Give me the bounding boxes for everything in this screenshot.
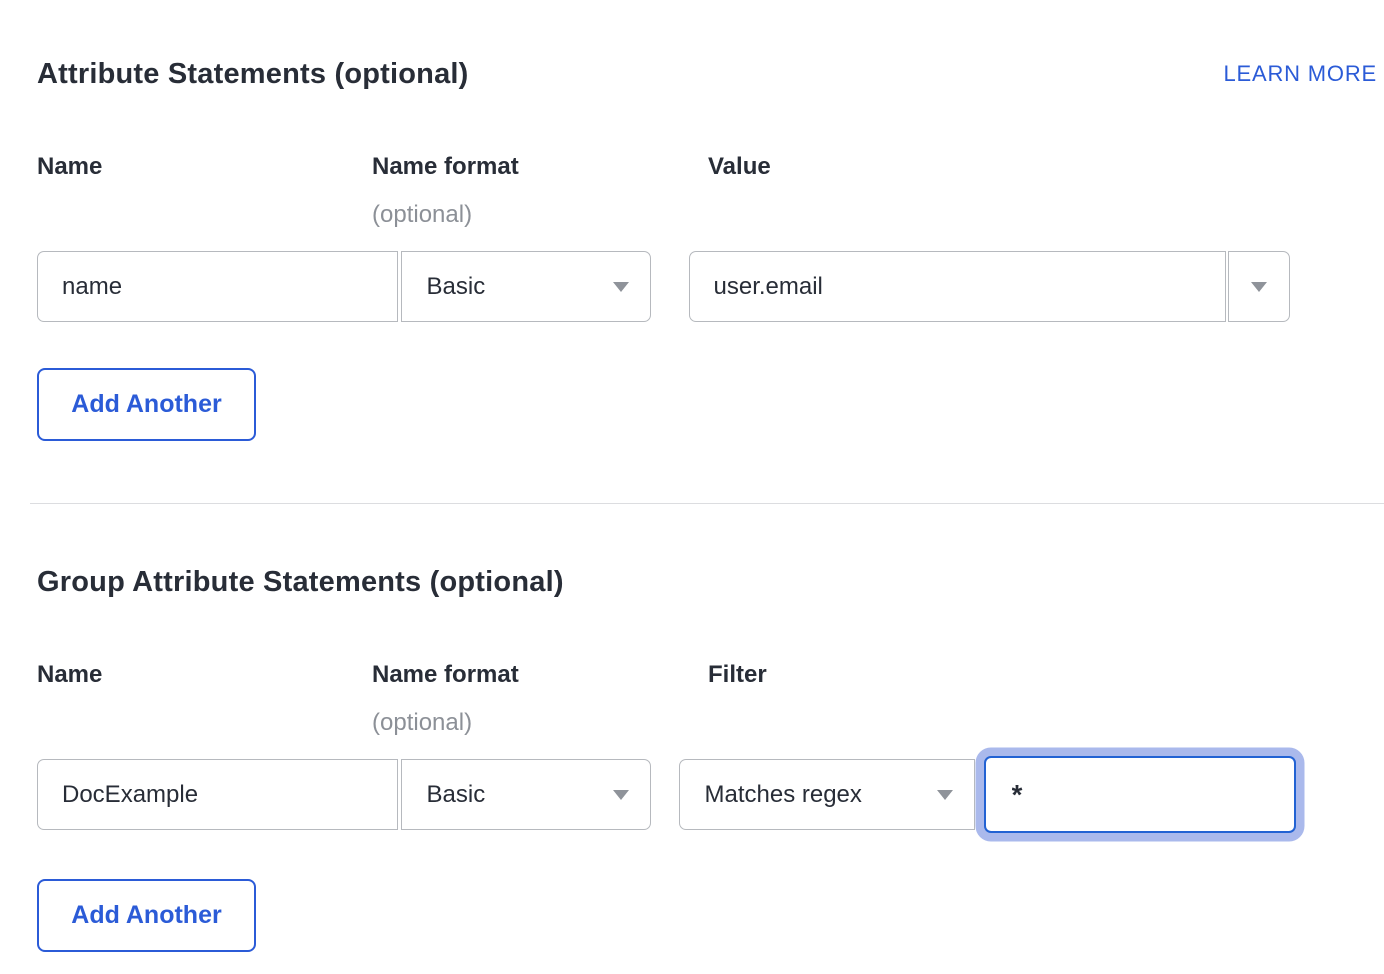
attr-value-dropdown-button[interactable]: [1228, 251, 1290, 322]
add-another-attribute-button[interactable]: Add Another: [37, 368, 256, 441]
group-attribute-statements-column-headers: Name Name format (optional) Filter: [37, 661, 1384, 737]
group-attribute-statements-section: Group Attribute Statements (optional) Na…: [37, 566, 1384, 952]
group-name-format-combo: Basic: [37, 759, 651, 830]
group-filter-combo: Matches regex: [679, 759, 1296, 833]
saml-attribute-settings-page: Attribute Statements (optional) LEARN MO…: [0, 0, 1384, 974]
attribute-statements-header: Attribute Statements (optional) LEARN MO…: [37, 58, 1377, 91]
chevron-down-icon: [1251, 282, 1267, 292]
column-header-name-format-optional: (optional): [372, 709, 708, 737]
group-name-input[interactable]: [37, 759, 398, 830]
attr-name-format-combo: Basic: [37, 251, 651, 322]
group-filter-value-input[interactable]: [984, 756, 1296, 833]
chevron-down-icon: [613, 282, 629, 292]
column-header-name-format-optional: (optional): [372, 201, 708, 229]
group-name-format-selected-value: Basic: [427, 781, 486, 809]
group-name-format-select[interactable]: Basic: [401, 759, 651, 830]
column-header-filter: Filter: [708, 661, 1384, 689]
attribute-statements-section: Attribute Statements (optional) LEARN MO…: [37, 58, 1384, 441]
attribute-statement-row: Basic: [37, 251, 1384, 322]
chevron-down-icon: [937, 790, 953, 800]
group-attribute-statement-row: Basic Matches regex: [37, 759, 1384, 833]
column-header-name-format: Name format: [372, 153, 708, 181]
column-header-name-format: Name format: [372, 661, 708, 689]
section-divider: [30, 503, 1384, 504]
column-header-name: Name: [37, 661, 372, 689]
attr-value-input[interactable]: [689, 251, 1226, 322]
learn-more-link[interactable]: LEARN MORE: [1224, 61, 1377, 87]
group-filter-type-selected-value: Matches regex: [705, 781, 862, 809]
column-header-name: Name: [37, 153, 372, 181]
attr-name-format-select[interactable]: Basic: [401, 251, 651, 322]
add-another-group-attribute-button[interactable]: Add Another: [37, 879, 256, 952]
attr-name-format-selected-value: Basic: [427, 273, 486, 301]
column-header-value: Value: [708, 153, 1384, 181]
group-filter-type-select[interactable]: Matches regex: [679, 759, 975, 830]
group-attribute-statements-title: Group Attribute Statements (optional): [37, 566, 1384, 599]
attribute-statements-title: Attribute Statements (optional): [37, 58, 469, 91]
attribute-statements-column-headers: Name Name format (optional) Value: [37, 153, 1384, 229]
attr-name-input[interactable]: [37, 251, 398, 322]
attr-value-combo: [689, 251, 1291, 322]
chevron-down-icon: [613, 790, 629, 800]
